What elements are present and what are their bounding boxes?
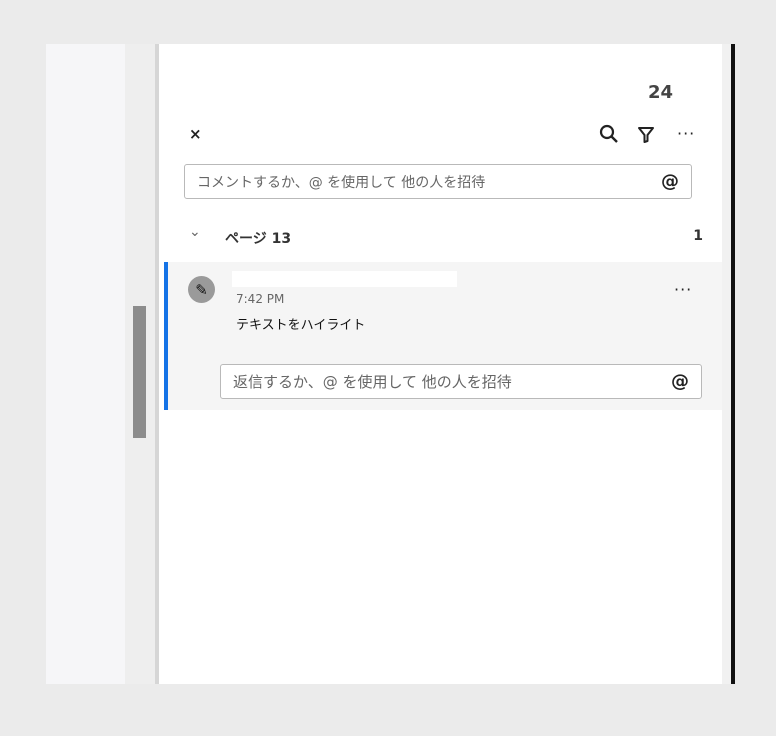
window-edge <box>731 44 735 684</box>
panel-border <box>722 44 731 684</box>
page-area <box>46 44 125 684</box>
filter-icon[interactable] <box>637 126 655 148</box>
comment-time: 7:42 PM <box>236 292 285 306</box>
comments-panel: 24 × ··· コメントするか、@ を使用して 他の人を招待 @ ⌄ ページ … <box>159 44 722 684</box>
comment-text: テキストをハイライト <box>236 318 366 333</box>
comment-card[interactable]: ✎ 7:42 PM テキストをハイライト ··· 返信するか、@ を使用して 他… <box>164 262 722 410</box>
close-button[interactable]: × <box>189 125 202 143</box>
highlight-pen-icon: ✎ <box>188 276 215 303</box>
author-name <box>232 271 457 287</box>
scrollbar-thumb[interactable] <box>133 306 146 438</box>
reply-input[interactable]: 返信するか、@ を使用して 他の人を招待 @ <box>220 364 702 399</box>
window: 24 × ··· コメントするか、@ を使用して 他の人を招待 @ ⌄ ページ … <box>46 44 735 684</box>
comment-more-button[interactable]: ··· <box>674 280 692 299</box>
more-options-button[interactable]: ··· <box>677 124 695 143</box>
mention-icon[interactable]: @ <box>671 371 689 392</box>
comment-input[interactable]: コメントするか、@ を使用して 他の人を招待 @ <box>184 164 692 199</box>
page-section-title: ページ 13 <box>225 231 292 247</box>
comment-count: 24 <box>648 82 674 103</box>
page-section-count: 1 <box>693 228 703 244</box>
reply-input-placeholder: 返信するか、@ を使用して 他の人を招待 <box>233 373 512 391</box>
mention-icon[interactable]: @ <box>661 171 679 192</box>
chevron-down-icon[interactable]: ⌄ <box>189 224 201 240</box>
search-icon[interactable] <box>599 124 619 148</box>
comment-input-placeholder: コメントするか、@ を使用して 他の人を招待 <box>197 174 486 191</box>
